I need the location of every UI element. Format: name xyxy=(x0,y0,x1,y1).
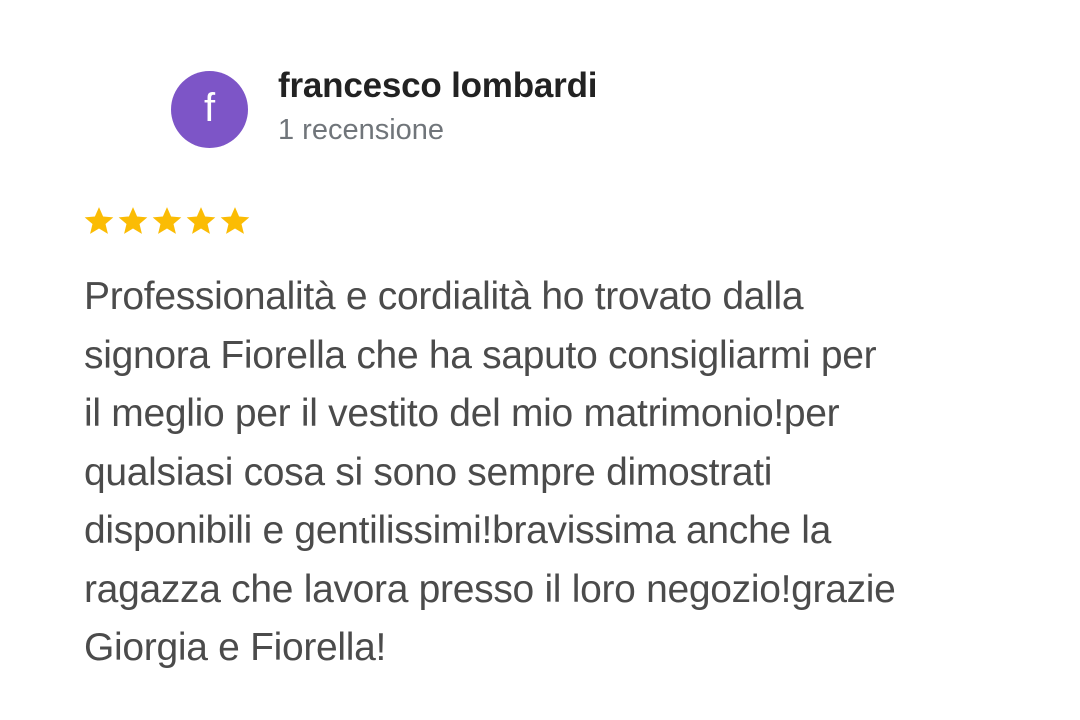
review-text-line: disponibili e gentilissimi!bravissima an… xyxy=(84,509,832,552)
review-count[interactable]: 1 recensione xyxy=(278,114,444,147)
review-text: Professionalità e cordialità ho trovato … xyxy=(84,268,1044,678)
star-icon xyxy=(82,204,116,238)
review-text-line: Giorgia e Fiorella! xyxy=(84,626,387,669)
review-card: f francesco lombardi 1 recensione Profes… xyxy=(0,0,1080,720)
review-text-line: Professionalità e cordialità ho trovato … xyxy=(84,275,804,318)
avatar[interactable]: f xyxy=(171,71,248,148)
star-icon xyxy=(150,204,184,238)
avatar-initial: f xyxy=(203,86,216,130)
review-text-line: il meglio per il vestito del mio matrimo… xyxy=(84,392,840,435)
star-rating xyxy=(82,204,252,238)
reviewer-name[interactable]: francesco lombardi xyxy=(278,66,597,106)
star-icon xyxy=(116,204,150,238)
review-text-line: qualsiasi cosa si sono sempre dimostrati xyxy=(84,450,773,494)
star-icon xyxy=(184,204,218,238)
review-text-line: ragazza che lavora presso il loro negozi… xyxy=(84,567,896,611)
star-icon xyxy=(218,204,252,238)
review-text-line: signora Fiorella che ha saputo consiglia… xyxy=(84,333,877,377)
